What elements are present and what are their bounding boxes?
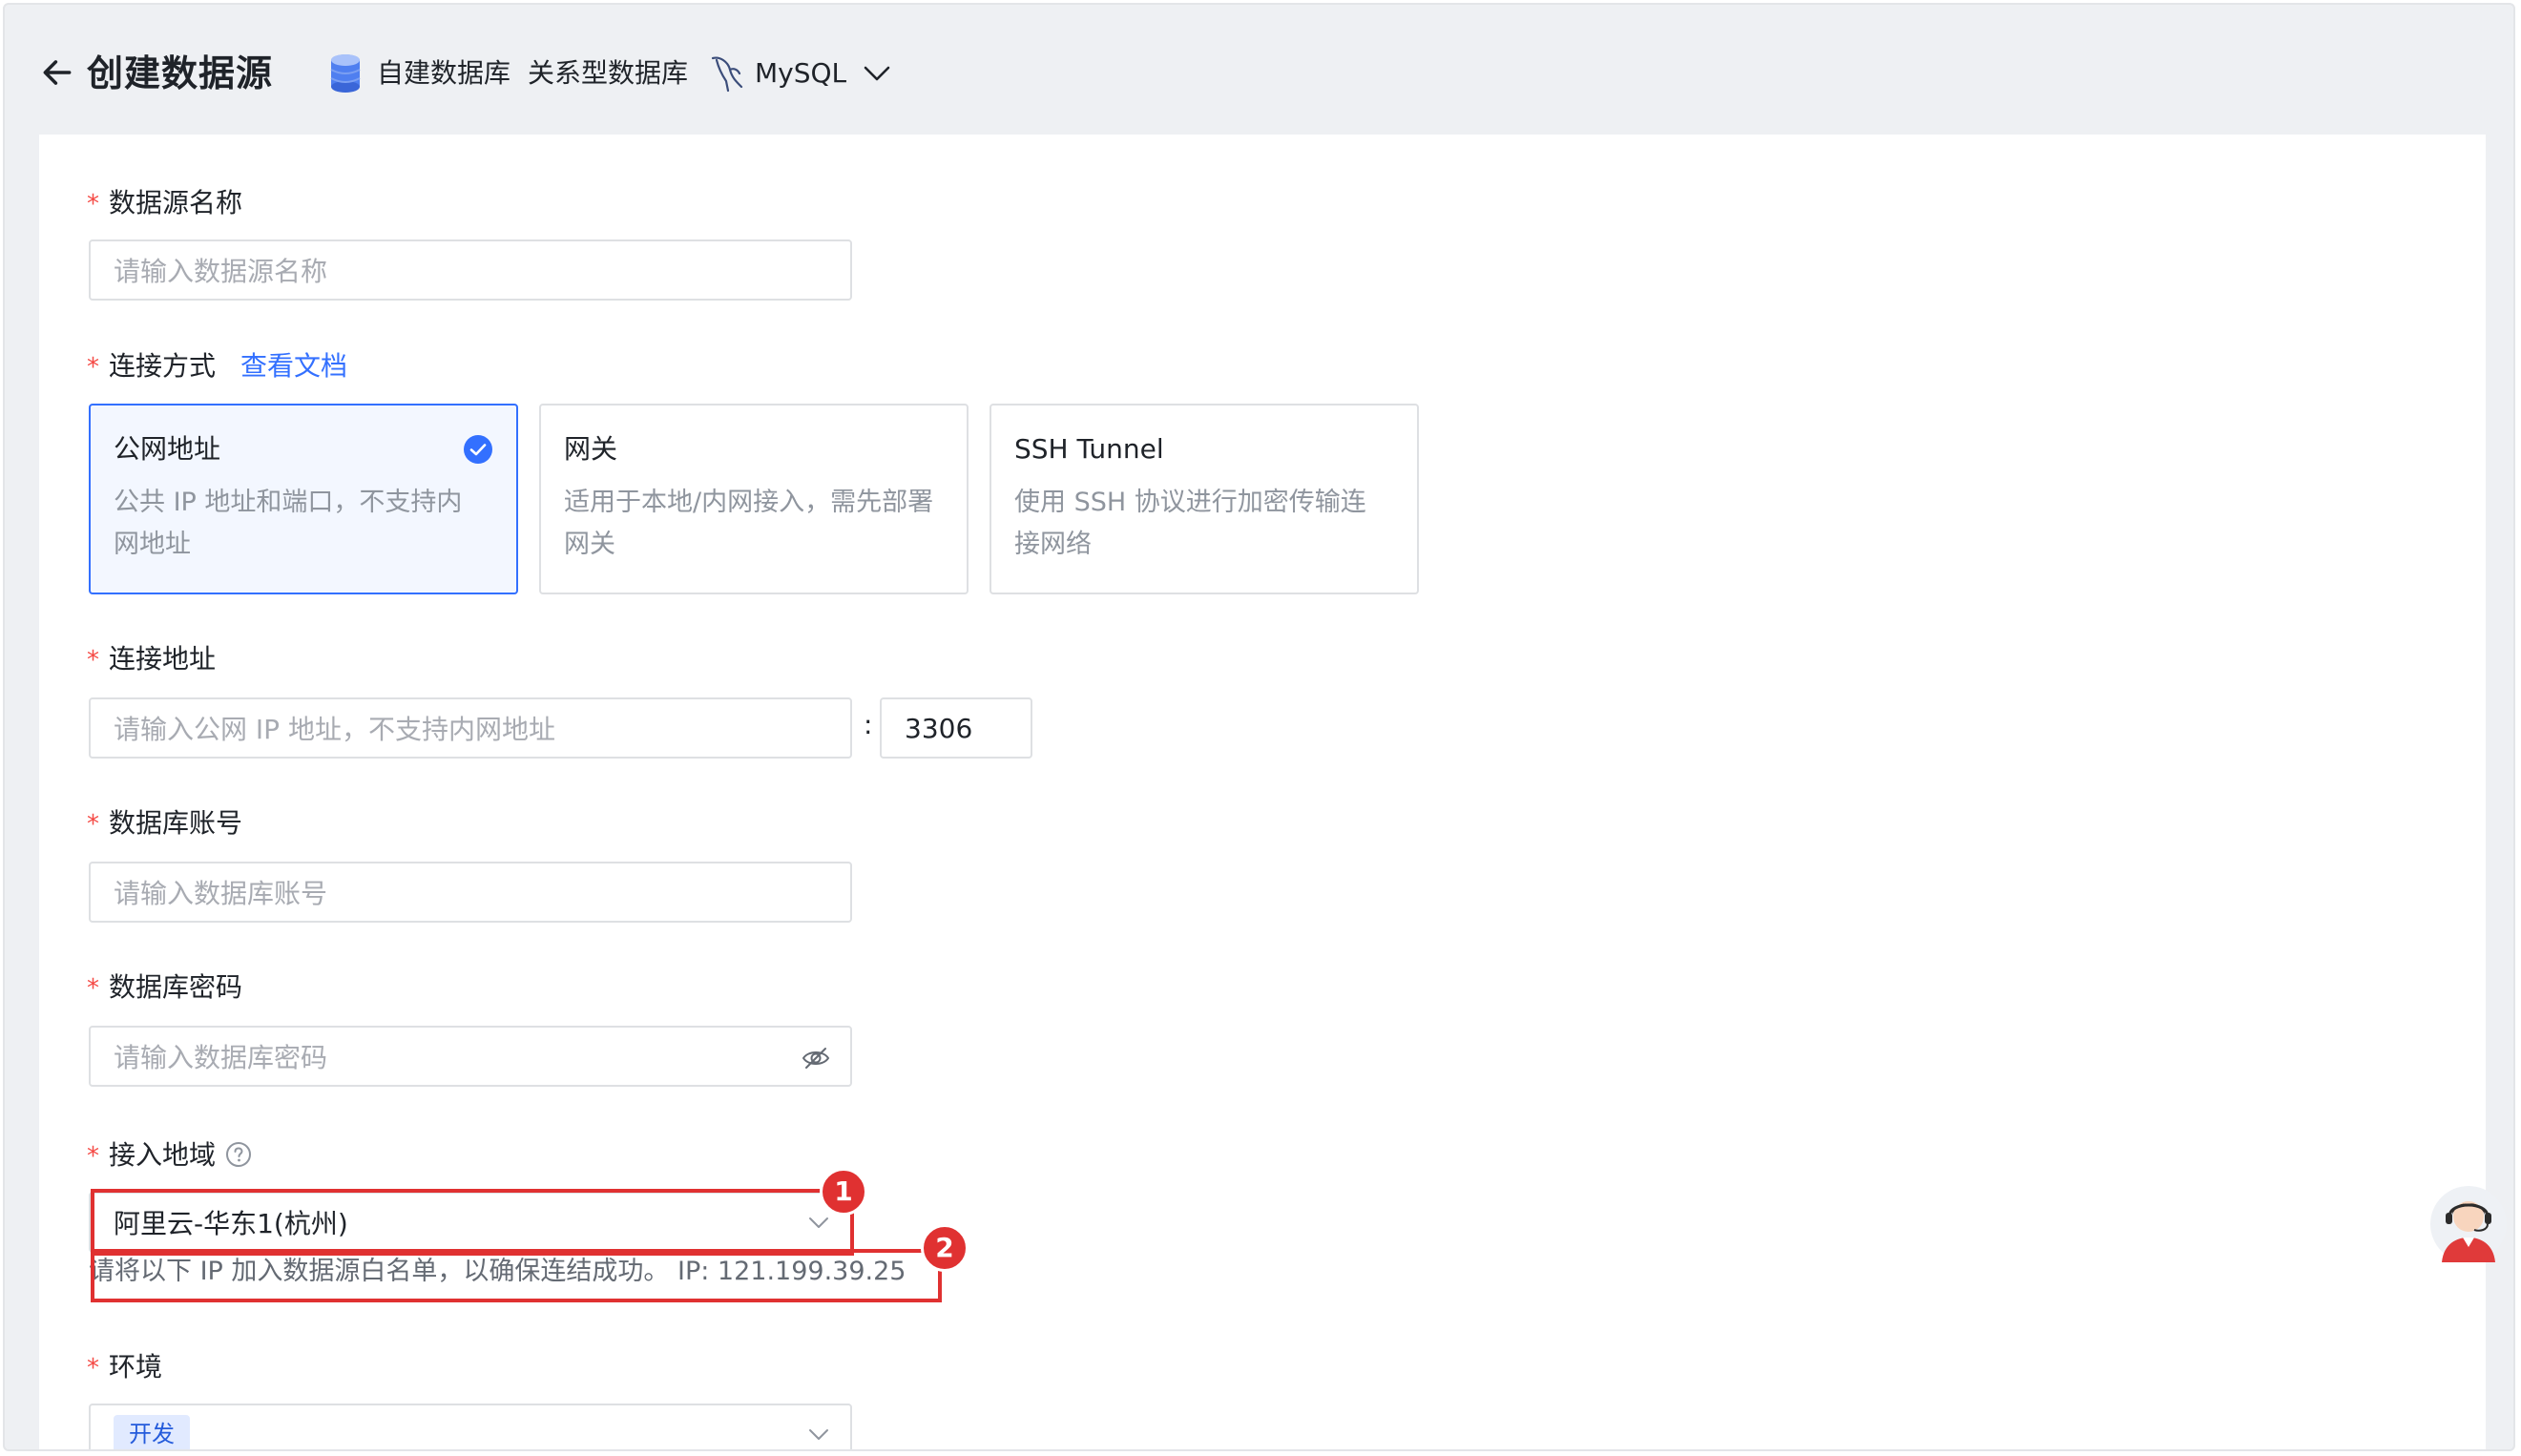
connection-option-desc: 公共 IP 地址和端口，不支持内网地址 (114, 488, 463, 559)
port-input[interactable]: 3306 (880, 697, 1032, 759)
customer-service-avatar-icon[interactable] (2428, 1175, 2509, 1270)
annotation-badge-1: 1 (820, 1168, 867, 1216)
required-mark: * (87, 190, 99, 218)
chevron-down-icon[interactable] (862, 60, 892, 87)
port-separator: : (864, 709, 873, 740)
connection-option-title: SSH Tunnel (1014, 433, 1164, 465)
required-mark: * (87, 810, 99, 839)
connection-option-desc: 使用 SSH 协议进行加密传输连接网络 (1014, 488, 1366, 559)
database-icon (330, 54, 361, 93)
form-panel: * 数据源名称 请输入数据源名称 * 连接方式 查看文档 公网地址 公共 IP 地址和… (39, 135, 2486, 1449)
required-mark: * (87, 646, 99, 675)
connection-option-desc: 适用于本地/内网接入，需先部署网关 (564, 488, 934, 559)
connection-address-label-text: 连接地址 (109, 643, 217, 675)
connection-address-label: * 连接地址 (87, 640, 216, 679)
db-password-label: * 数据库密码 (87, 968, 242, 1008)
db-password-placeholder: 请输入数据库密码 (114, 1042, 328, 1073)
eye-off-icon[interactable] (801, 1043, 831, 1073)
breadcrumb-relational-db: 关系型数据库 (528, 57, 689, 89)
datasource-name-placeholder: 请输入数据源名称 (114, 256, 328, 287)
chevron-down-icon (809, 1429, 828, 1440)
db-password-input[interactable]: 请输入数据库密码 (89, 1026, 852, 1087)
connection-method-label-text: 连接方式 (109, 350, 217, 382)
page-header: 创建数据源 自建数据库 关系型数据库 MySQL (5, 5, 2513, 135)
db-password-label-text: 数据库密码 (109, 971, 243, 1003)
annotation-box-1 (91, 1189, 854, 1256)
connection-option-title: 网关 (564, 433, 618, 465)
environment-label-text: 环境 (109, 1351, 163, 1383)
environment-tag: 开发 (114, 1415, 190, 1449)
required-mark: * (87, 1142, 99, 1171)
environment-label: * 环境 (87, 1348, 162, 1387)
port-value: 3306 (905, 712, 973, 744)
connection-option-title: 公网地址 (114, 433, 221, 465)
db-account-input[interactable]: 请输入数据库账号 (89, 862, 852, 923)
annotation-badge-2: 2 (921, 1224, 969, 1272)
app-window: 创建数据源 自建数据库 关系型数据库 MySQL * 数据源名称 请输入数据源名称 (3, 3, 2515, 1451)
connection-method-label: * 连接方式 查看文档 (87, 347, 347, 386)
datasource-name-label: * 数据源名称 (87, 184, 242, 223)
datasource-name-label-text: 数据源名称 (109, 187, 243, 218)
host-address-input[interactable]: 请输入公网 IP 地址，不支持内网地址 (89, 697, 852, 759)
view-docs-link[interactable]: 查看文档 (240, 350, 347, 382)
environment-select[interactable]: 开发 (89, 1404, 852, 1449)
region-label: * 接入地域 (87, 1136, 252, 1175)
datasource-name-input[interactable]: 请输入数据源名称 (89, 239, 852, 301)
db-account-placeholder: 请输入数据库账号 (114, 878, 328, 909)
required-mark: * (87, 974, 99, 1003)
region-label-text: 接入地域 (109, 1139, 217, 1171)
check-circle-icon (464, 435, 492, 464)
db-account-label-text: 数据库账号 (109, 807, 243, 839)
question-circle-icon[interactable] (225, 1141, 252, 1168)
db-account-label: * 数据库账号 (87, 804, 242, 843)
required-mark: * (87, 1354, 99, 1383)
page-title: 创建数据源 (87, 52, 274, 94)
mysql-dolphin-icon (711, 56, 743, 93)
breadcrumb-self-built-db: 自建数据库 (377, 57, 511, 89)
breadcrumb-mysql: MySQL (755, 57, 847, 89)
connection-option-ssh-tunnel[interactable]: SSH Tunnel 使用 SSH 协议进行加密传输连接网络 (990, 404, 1419, 594)
back-arrow-icon[interactable] (39, 54, 75, 91)
annotation-box-2 (91, 1249, 942, 1302)
connection-option-gateway[interactable]: 网关 适用于本地/内网接入，需先部署网关 (539, 404, 969, 594)
required-mark: * (87, 353, 99, 382)
host-address-placeholder: 请输入公网 IP 地址，不支持内网地址 (114, 714, 555, 745)
connection-option-public[interactable]: 公网地址 公共 IP 地址和端口，不支持内网地址 (89, 404, 518, 594)
